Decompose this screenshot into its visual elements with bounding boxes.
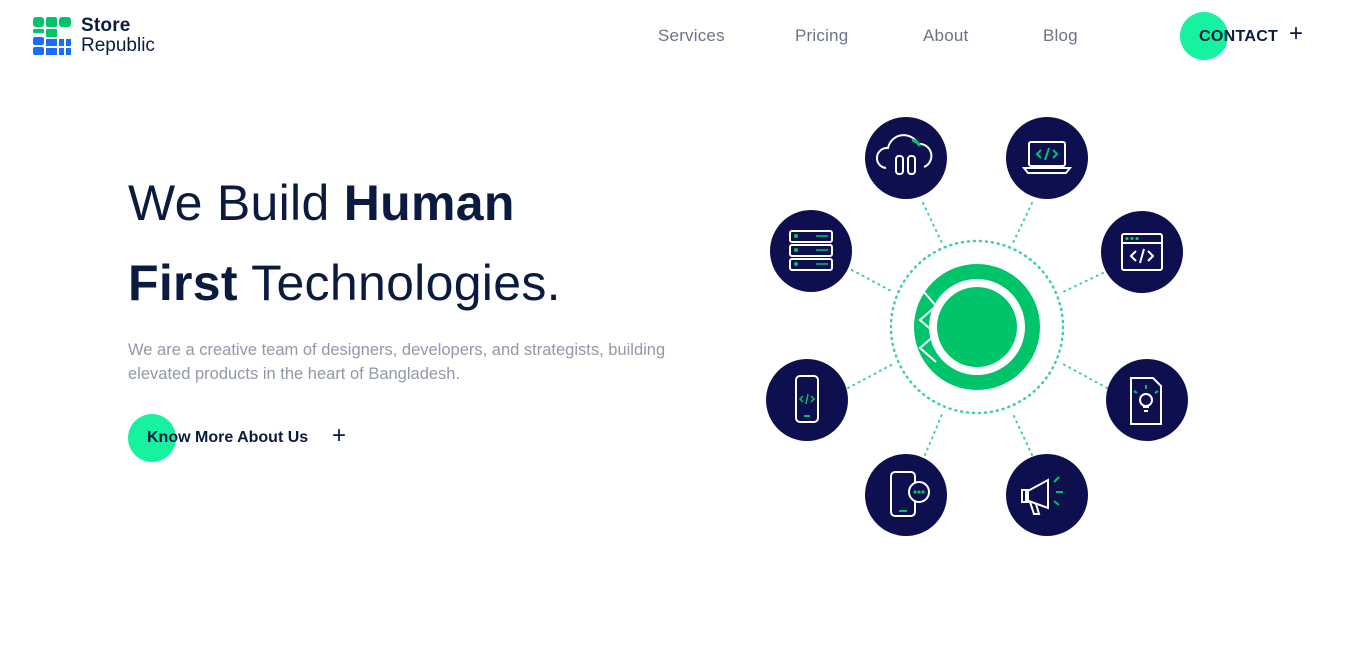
mobile-chat-icon xyxy=(865,454,947,536)
contact-button[interactable]: CONTACT + xyxy=(1180,12,1310,60)
mobile-code-icon xyxy=(766,359,848,441)
know-more-button-label: Know More About Us xyxy=(147,429,309,446)
plus-icon: + xyxy=(1289,20,1304,47)
hero-title-part2: Technologies. xyxy=(237,255,561,311)
laptop-code-icon xyxy=(1006,117,1088,199)
document-idea-icon xyxy=(1106,359,1188,441)
nav-item-about[interactable]: About xyxy=(923,26,968,46)
hero-title-bold2: First xyxy=(128,255,238,311)
cloud-icon xyxy=(865,117,947,199)
center-hub-icon xyxy=(914,264,1040,390)
megaphone-icon xyxy=(1006,454,1088,536)
hero-description: We are a creative team of designers, dev… xyxy=(128,341,666,383)
hero-title-part1: We Build xyxy=(128,175,344,231)
nav-item-blog[interactable]: Blog xyxy=(1043,26,1078,46)
server-icon xyxy=(770,210,852,292)
know-more-button[interactable]: Know More About Us + xyxy=(128,414,368,462)
hero-illustration xyxy=(766,117,1188,536)
browser-code-icon xyxy=(1101,211,1183,293)
contact-button-label: CONTACT xyxy=(1199,28,1279,45)
hero-title: We Build Human First Technologies. xyxy=(128,163,728,323)
main-nav: Services Pricing About Blog xyxy=(0,26,1366,46)
nav-item-services[interactable]: Services xyxy=(658,26,725,46)
hero-title-bold1: Human xyxy=(343,175,515,231)
plus-icon: + xyxy=(332,422,347,449)
nav-item-pricing[interactable]: Pricing xyxy=(795,26,848,46)
